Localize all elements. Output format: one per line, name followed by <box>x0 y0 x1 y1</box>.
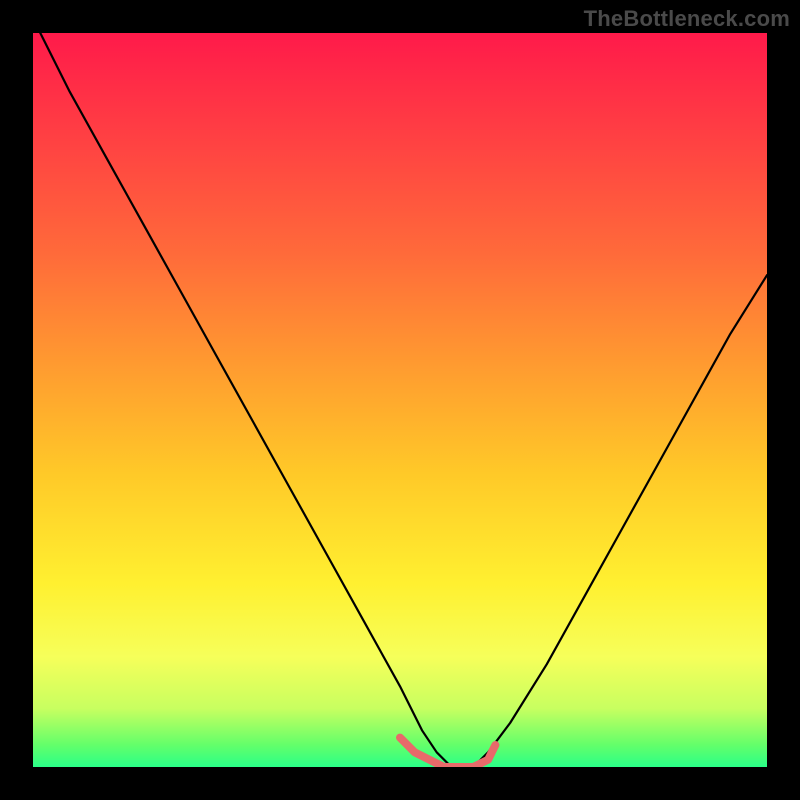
chart-frame: TheBottleneck.com <box>0 0 800 800</box>
watermark-text: TheBottleneck.com <box>584 6 790 32</box>
chart-svg <box>33 33 767 767</box>
mismatch-curve <box>40 33 767 767</box>
chart-plot-area <box>33 33 767 767</box>
